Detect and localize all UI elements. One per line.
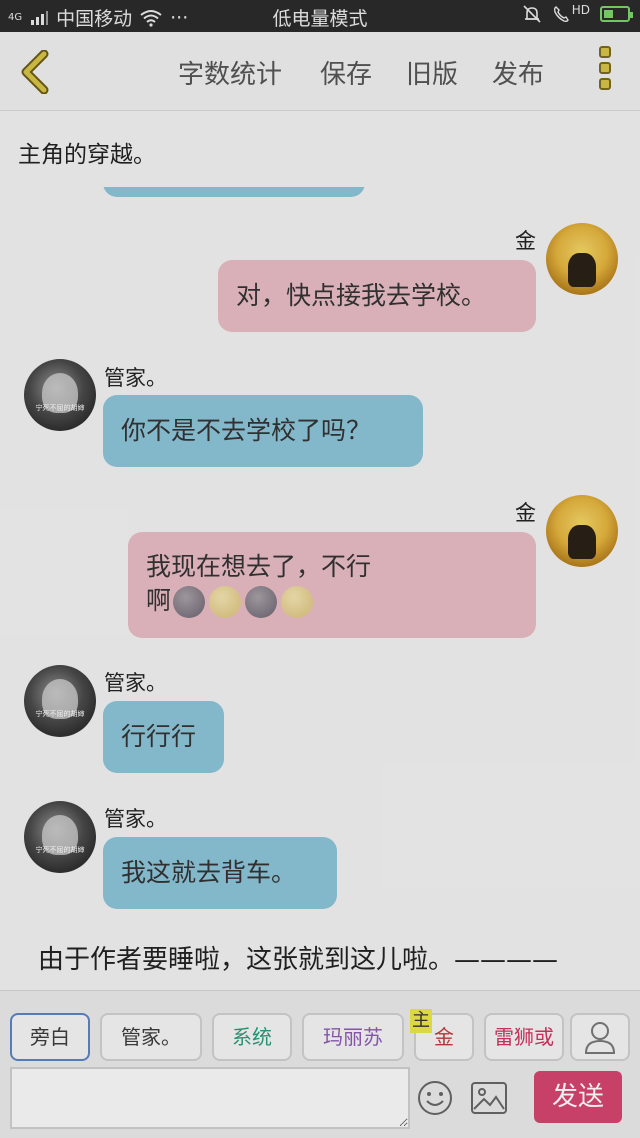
message-text: 你不是不去学校了吗？ bbox=[121, 416, 372, 445]
sender-name: 管家。 bbox=[104, 366, 167, 390]
status-bar: 4G 中国移动 ··· 低电量模式 HD bbox=[0, 0, 640, 32]
toolbar: 字数统计 保存 旧版 发布 bbox=[0, 32, 640, 111]
emoji-icon bbox=[209, 586, 242, 618]
message-bubble: 你不是不去学校了吗？ bbox=[103, 395, 423, 467]
send-button[interactable]: 发送 bbox=[534, 1071, 622, 1123]
user-icon bbox=[584, 1022, 616, 1054]
old-version-button[interactable]: 旧版 bbox=[406, 54, 458, 91]
bell-muted-icon bbox=[523, 5, 541, 23]
save-button[interactable]: 保存 bbox=[320, 54, 372, 91]
character-chip-narrator[interactable]: 旁白 bbox=[10, 1013, 90, 1061]
character-chip-mary-sue[interactable]: 玛丽苏 bbox=[302, 1013, 404, 1061]
publish-button[interactable]: 发布 bbox=[492, 54, 544, 91]
back-arrow-icon[interactable] bbox=[16, 50, 56, 94]
message-text: 我现在想去了，不行 bbox=[146, 552, 372, 581]
character-chip-butler[interactable]: 管家。 bbox=[100, 1013, 202, 1061]
emoji-icon bbox=[173, 586, 206, 618]
character-chip-system[interactable]: 系统 bbox=[212, 1013, 292, 1061]
chip-label: 玛丽苏 bbox=[323, 1025, 383, 1049]
avatar[interactable] bbox=[546, 223, 618, 295]
emoji-icon[interactable] bbox=[416, 1079, 454, 1117]
avatar[interactable]: 宁死不屈的胡婶 bbox=[24, 801, 96, 873]
sender-name: 金 bbox=[515, 229, 536, 253]
avatar-caption: 宁死不屈的胡婶 bbox=[35, 846, 85, 854]
more-menu-icon[interactable] bbox=[594, 46, 616, 98]
character-chip-leishi[interactable]: 雷狮或 bbox=[484, 1013, 564, 1061]
chip-label: 雷狮或 bbox=[494, 1025, 554, 1049]
chip-label: 金 bbox=[434, 1025, 454, 1049]
hd-label: HD bbox=[571, 3, 590, 17]
sender-name: 管家。 bbox=[104, 807, 167, 831]
message-bubble: 对，快点接我去学校。 bbox=[218, 260, 536, 332]
avatar-caption: 宁死不屈的胡婶 bbox=[35, 710, 85, 718]
story-title: 主角的穿越。 bbox=[18, 142, 156, 168]
word-count-button[interactable]: 字数统计 bbox=[178, 54, 282, 91]
message-bubble: 我这就去背车。 bbox=[103, 837, 337, 909]
avatar-caption: 宁死不屈的胡婶 bbox=[35, 404, 85, 412]
image-icon[interactable] bbox=[470, 1081, 508, 1115]
message-input[interactable] bbox=[10, 1067, 410, 1129]
sender-name: 金 bbox=[515, 501, 536, 525]
chat-area[interactable]: 金 对，快点接我去学校。 宁死不屈的胡婶 管家。 你不是不去学校了吗？ 金 我现… bbox=[0, 187, 640, 990]
emoji-icon bbox=[245, 586, 278, 618]
narration-text: 由于作者要睡啦，这张就到这儿啦。———— bbox=[38, 945, 559, 975]
compose-panel: 旁白 管家。 系统 玛丽苏 金 主 雷狮或 发送 bbox=[0, 990, 640, 1138]
message-text: 啊 bbox=[146, 586, 172, 615]
message-text: 我这就去背车。 bbox=[121, 858, 297, 887]
story-title-bar: 主角的穿越。 bbox=[0, 111, 640, 187]
message-text: 行行行 bbox=[121, 722, 197, 751]
message-bubble: 行行行 bbox=[103, 701, 224, 773]
message-bubble: 我现在想去了，不行 啊 bbox=[128, 532, 536, 638]
chip-label: 管家。 bbox=[121, 1025, 181, 1049]
battery-icon bbox=[600, 6, 633, 22]
app: 4G 中国移动 ··· 低电量模式 HD 字数统计 保存 旧版 发布 主角的穿越… bbox=[0, 0, 640, 1138]
avatar[interactable]: 宁死不屈的胡婶 bbox=[24, 359, 96, 431]
add-character-button[interactable] bbox=[570, 1013, 630, 1061]
avatar[interactable]: 宁死不屈的胡婶 bbox=[24, 665, 96, 737]
message-text: 对，快点接我去学校。 bbox=[236, 281, 487, 310]
chip-label: 旁白 bbox=[30, 1025, 70, 1049]
chip-label: 系统 bbox=[232, 1025, 272, 1049]
avatar[interactable] bbox=[546, 495, 618, 567]
sender-name: 管家。 bbox=[104, 671, 167, 695]
message-bubble-partial bbox=[103, 187, 365, 197]
emoji-icon bbox=[281, 586, 314, 618]
protagonist-tag: 主 bbox=[410, 1009, 432, 1033]
